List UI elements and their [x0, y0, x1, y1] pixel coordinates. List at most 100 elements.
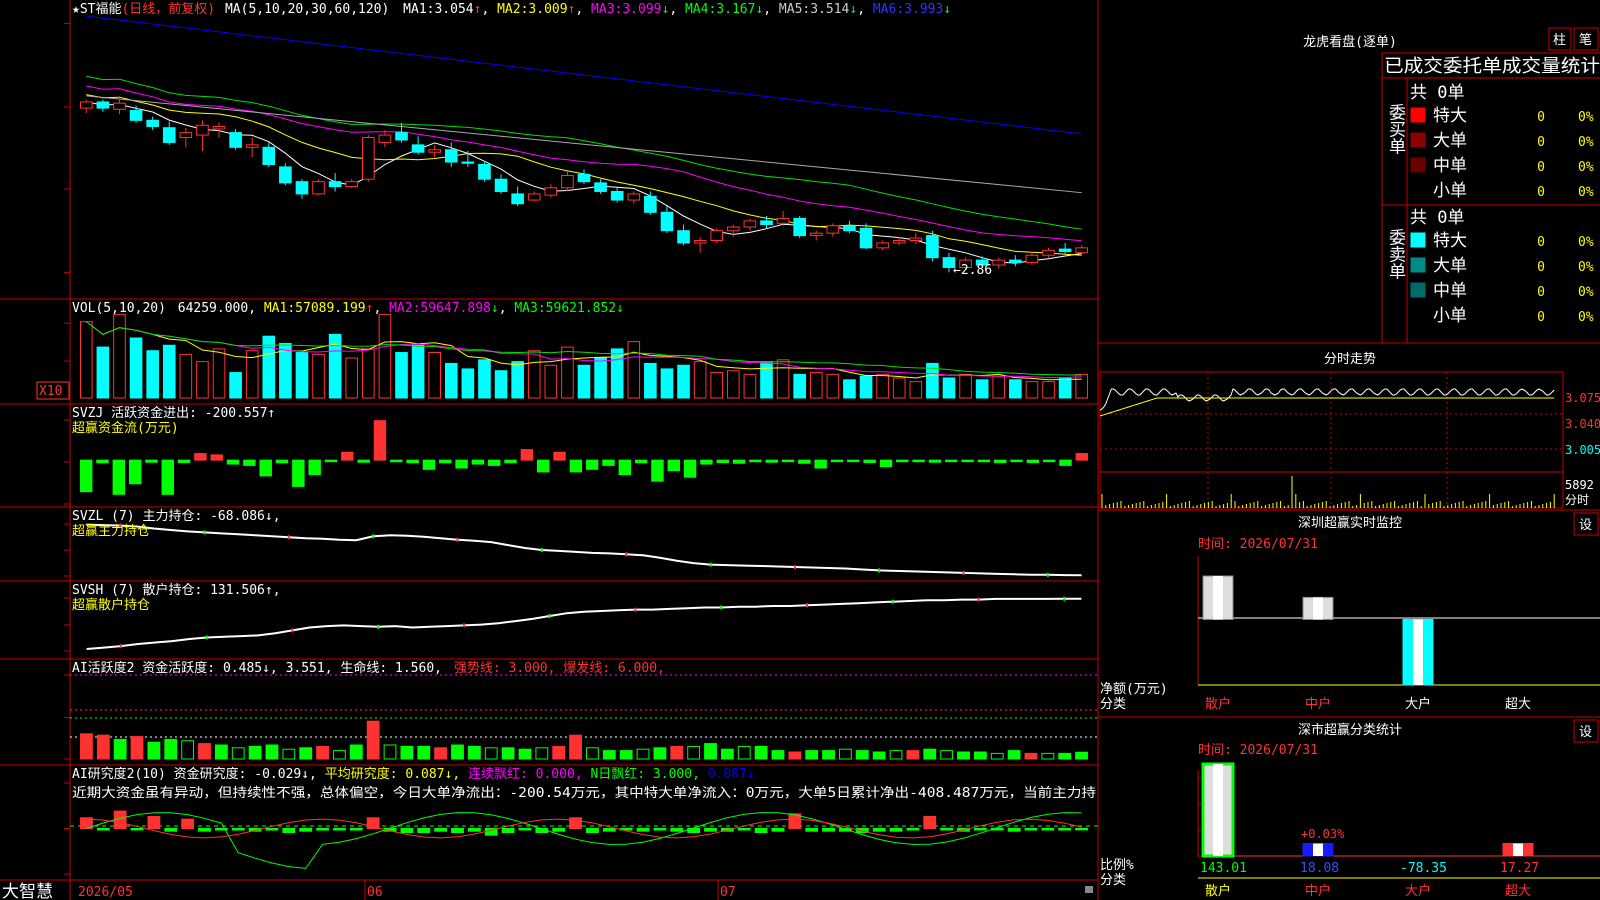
indicator-bar	[243, 459, 256, 466]
intraday-avg-line	[1099, 397, 1555, 417]
candle-body	[594, 182, 607, 192]
candle-body	[627, 193, 641, 201]
monitor-bar-highlight	[1313, 597, 1323, 620]
volume-bar	[1058, 377, 1072, 399]
indicator-bar	[96, 459, 109, 464]
monitor-category-label: 大户	[1405, 696, 1431, 712]
volume-bar	[113, 313, 126, 399]
indicator-bar	[275, 459, 289, 464]
indicator-bar	[79, 459, 93, 493]
indicator-bar	[586, 747, 599, 760]
volume-bar	[511, 361, 524, 399]
indicator-bar	[383, 744, 397, 760]
candle-body	[859, 227, 873, 249]
indicator-bar	[357, 459, 370, 463]
indicator-bar	[805, 828, 819, 832]
indicator-bar	[872, 828, 886, 832]
tick-mode-label: 笔	[1579, 32, 1592, 48]
indicator-bar	[636, 748, 650, 760]
candle-body	[378, 134, 392, 143]
candle-body	[809, 232, 823, 237]
order-color-swatch	[1410, 157, 1426, 173]
volume-bar	[1025, 381, 1039, 399]
indicator-bar	[417, 745, 431, 760]
indicator-bar	[928, 459, 942, 463]
order-type-label: 中单	[1433, 156, 1467, 176]
dragon-header: 已成交委托单成交量统计	[1384, 56, 1600, 77]
indicator-bar	[863, 459, 876, 463]
buy-side-label: 委买单	[1385, 103, 1406, 154]
indicator-bar	[471, 459, 485, 465]
indicator-bar	[798, 459, 811, 464]
svsh-label: SVSH (7) 散户持仓: 131.506↑,	[72, 582, 281, 598]
indicator-bar	[400, 745, 414, 760]
indicator-bar	[619, 750, 633, 760]
candle-body	[328, 181, 342, 188]
n-day-red-label: N日飘红: 3.000,	[590, 766, 699, 782]
classify-value-label: 17.27	[1500, 861, 1539, 876]
indicator-bar	[113, 738, 127, 760]
order-percent: 0%	[1578, 160, 1594, 175]
order-count: 0	[1537, 160, 1545, 175]
ma5-label: MA5:	[779, 2, 810, 17]
candle-body	[793, 217, 806, 237]
indicator-bar	[451, 828, 464, 834]
order-color-swatch	[1410, 282, 1426, 298]
indicator-bar	[231, 747, 245, 760]
realtime-monitor-panel: 深圳超赢实时监控 设 时间: 2026/07/31 净额(万元) 分类 散户 中户…	[1100, 512, 1600, 712]
volume-bar	[959, 373, 972, 399]
indicator-bar	[333, 750, 346, 760]
indicator-bar	[147, 815, 161, 829]
candle-body	[544, 187, 558, 196]
candle-body	[262, 146, 276, 165]
indicator-bar	[737, 828, 751, 831]
monitor-xlabel: 分类	[1100, 697, 1126, 712]
ma6-value: 3.993	[904, 2, 943, 17]
indicator-bar	[349, 828, 363, 831]
indicator-bar	[164, 738, 178, 760]
indicator-bar	[1041, 752, 1055, 760]
indicator-bar	[265, 828, 279, 831]
candle-body	[295, 181, 309, 195]
indicator-bar	[973, 751, 987, 760]
x-label-may: 2026/05	[78, 885, 133, 900]
indicator-bar	[390, 459, 403, 463]
ma5-arrow: ↓	[849, 2, 857, 17]
volume-bar	[942, 377, 956, 399]
volume-label: VOL(5,10,20)	[72, 301, 166, 316]
volume-bar	[162, 344, 176, 399]
classify-bar-highlight	[1313, 843, 1323, 856]
ma1-label: MA1:	[403, 2, 434, 17]
monitor-category-label: 超大	[1505, 697, 1531, 712]
indicator-bar	[198, 743, 211, 760]
candle-body	[660, 211, 674, 232]
indicator-bar	[488, 459, 501, 466]
order-type-label: 大单	[1433, 256, 1467, 276]
indicator-bar	[636, 828, 650, 832]
intraday-vol-unit: 分时	[1565, 493, 1589, 507]
indicator-bar	[602, 750, 616, 760]
lock-icon[interactable]	[1085, 886, 1093, 893]
vol-ma2-arrow: ↓	[491, 301, 499, 316]
order-count: 0	[1537, 135, 1545, 150]
indicator-bar	[316, 828, 329, 831]
candle-body	[411, 144, 425, 153]
svzj-panel: SVZJ 活跃资金进出: -200.557↑ 超赢资金流(万元)	[64, 405, 1089, 505]
x-label-jun: 06	[367, 885, 383, 900]
order-percent: 0%	[1578, 135, 1594, 150]
ma-line-4	[86, 75, 1082, 230]
candle-body	[162, 127, 176, 143]
indicator-bar	[518, 748, 532, 760]
indicator-bar	[889, 750, 903, 760]
volume-bar	[527, 350, 541, 399]
volume-bar	[146, 350, 159, 399]
indicator-bar	[181, 818, 195, 829]
svzj-sublabel: 超赢资金流(万元)	[72, 420, 179, 436]
indicator-bar	[210, 454, 223, 461]
volume-bar	[660, 368, 674, 399]
volume-bar	[859, 375, 873, 399]
indicator-bar	[732, 459, 746, 464]
vol-ma3-value: 59621.852	[546, 301, 616, 316]
ma3-label: MA3:	[591, 2, 622, 17]
indicator-bar	[889, 828, 903, 832]
